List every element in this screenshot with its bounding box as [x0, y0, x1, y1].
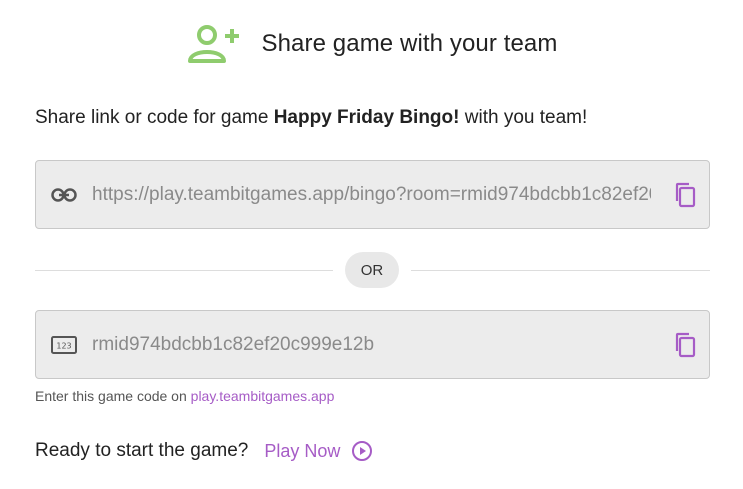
- add-user-icon: [186, 22, 242, 66]
- ready-row: Ready to start the game? Play Now: [35, 438, 373, 464]
- numeric-code-icon: 123: [36, 335, 92, 354]
- share-intro-text: Share link or code for game Happy Friday…: [35, 107, 587, 129]
- game-site-link[interactable]: play.teambitgames.app: [191, 388, 335, 404]
- hint-text: Enter this game code on: [35, 388, 191, 404]
- game-name: Happy Friday Bingo!: [273, 107, 460, 128]
- dialog-header: Share game with your team: [0, 22, 743, 66]
- intro-suffix: with you team!: [459, 107, 588, 128]
- share-link-value[interactable]: https://play.teambitgames.app/bingo?room…: [92, 184, 651, 206]
- ready-text: Ready to start the game?: [35, 440, 249, 461]
- code-hint: Enter this game code on play.teambitgame…: [35, 388, 334, 404]
- game-code-value[interactable]: rmid974bdcbb1c82ef20c999e12b: [92, 334, 651, 356]
- share-link-field[interactable]: https://play.teambitgames.app/bingo?room…: [35, 160, 710, 229]
- divider-line-left: [35, 270, 333, 271]
- play-now-button[interactable]: Play Now: [264, 440, 373, 462]
- intro-prefix: Share link or code for game: [35, 107, 274, 128]
- game-code-field[interactable]: 123 rmid974bdcbb1c82ef20c999e12b: [35, 310, 710, 379]
- dialog-title: Share game with your team: [261, 30, 558, 57]
- copy-icon[interactable]: [661, 332, 709, 358]
- play-circle-icon: [352, 441, 373, 461]
- divider-line-right: [411, 270, 710, 271]
- or-label: OR: [345, 252, 399, 288]
- or-divider: OR: [35, 252, 710, 288]
- link-icon: [36, 187, 92, 202]
- play-now-label: Play Now: [264, 440, 341, 461]
- svg-text:123: 123: [56, 341, 71, 350]
- copy-icon[interactable]: [661, 182, 709, 208]
